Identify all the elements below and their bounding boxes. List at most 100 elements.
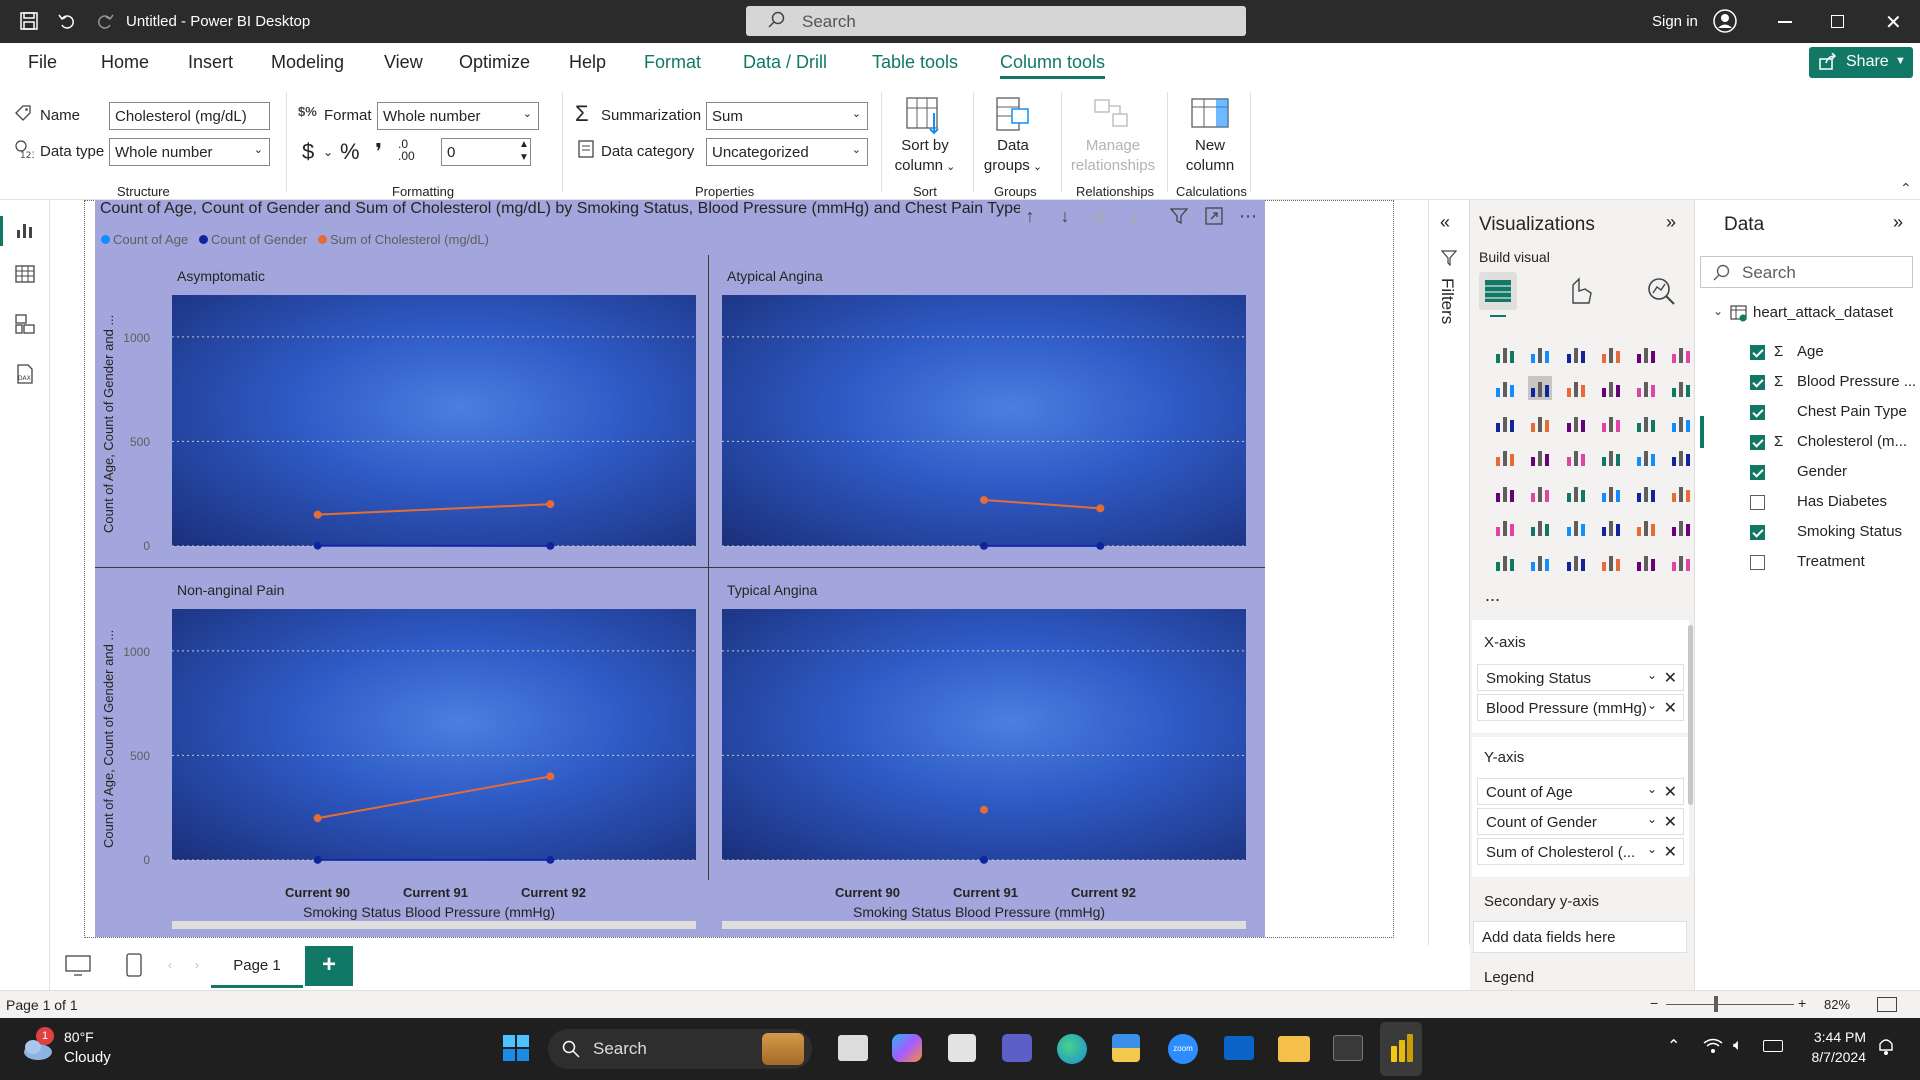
chevron-down-icon[interactable]: ⌄: [1647, 782, 1657, 796]
field-checkbox[interactable]: [1750, 495, 1765, 510]
visual-type-icon[interactable]: [1669, 550, 1693, 574]
visual-type-icon[interactable]: [1669, 376, 1693, 400]
visual-type-icon[interactable]: [1669, 411, 1693, 435]
data-point[interactable]: [546, 541, 555, 550]
visual-type-icon[interactable]: [1564, 550, 1588, 574]
data-point[interactable]: [980, 541, 988, 550]
x-field-smoking-status[interactable]: Smoking Status ⌄ ✕: [1477, 664, 1684, 691]
y-field-sum-of-cholesterol[interactable]: Sum of Cholesterol (... ⌄ ✕: [1477, 838, 1684, 865]
visual-type-icon[interactable]: [1599, 342, 1623, 366]
visual-type-icon[interactable]: [1564, 515, 1588, 539]
remove-field-icon[interactable]: ✕: [1664, 842, 1677, 862]
field-name[interactable]: Age: [1797, 343, 1824, 360]
clock-time[interactable]: 3:44 PM: [1806, 1029, 1866, 1045]
collapse-right-icon[interactable]: »: [1666, 212, 1676, 233]
format-visual-tab-icon[interactable]: [1565, 275, 1597, 307]
remove-field-icon[interactable]: ✕: [1664, 698, 1677, 718]
collapse-data-pane-icon[interactable]: »: [1893, 212, 1903, 233]
visual-type-icon[interactable]: [1599, 550, 1623, 574]
file-explorer-icon[interactable]: [1278, 1036, 1310, 1062]
mail-icon[interactable]: [1224, 1036, 1254, 1060]
data-point[interactable]: [313, 510, 322, 519]
data-point[interactable]: [1096, 504, 1105, 513]
data-point[interactable]: [313, 814, 322, 823]
edge-icon[interactable]: [1057, 1034, 1087, 1064]
visual-type-icon[interactable]: [1528, 481, 1552, 505]
field-checkbox[interactable]: [1750, 375, 1765, 390]
snipping-tool-icon[interactable]: [948, 1034, 976, 1062]
zoom-in-icon[interactable]: +: [1798, 995, 1806, 1011]
field-name[interactable]: Has Diabetes: [1797, 493, 1887, 510]
visual-type-icon[interactable]: [1528, 515, 1552, 539]
chevron-down-icon[interactable]: ⌄: [1647, 668, 1657, 682]
chevron-down-icon[interactable]: ⌄: [1647, 812, 1657, 826]
prev-page-icon[interactable]: ‹: [168, 958, 172, 972]
data-point[interactable]: [980, 855, 988, 864]
visual-type-icon[interactable]: [1528, 550, 1552, 574]
visual-type-icon[interactable]: [1599, 376, 1623, 400]
table-name[interactable]: heart_attack_dataset: [1753, 304, 1893, 321]
field-checkbox[interactable]: [1750, 405, 1765, 420]
visual-type-icon[interactable]: [1493, 376, 1517, 400]
remove-field-icon[interactable]: ✕: [1664, 668, 1677, 688]
visual-type-icon[interactable]: [1634, 411, 1658, 435]
x-field-blood-pressure[interactable]: Blood Pressure (mmHg) ⌄ ✕: [1477, 694, 1684, 721]
collapse-left-icon[interactable]: «: [1440, 212, 1450, 233]
fit-to-page-icon[interactable]: [1877, 997, 1897, 1012]
visual-type-icon[interactable]: [1564, 481, 1588, 505]
next-page-icon[interactable]: ›: [195, 958, 199, 972]
page-tab-1[interactable]: Page 1: [211, 946, 303, 988]
data-point[interactable]: [980, 495, 988, 504]
data-point[interactable]: [313, 541, 322, 550]
visual-type-icon[interactable]: [1634, 342, 1658, 366]
visual-type-icon[interactable]: [1564, 445, 1588, 469]
zoom-app-icon[interactable]: zoom: [1168, 1034, 1198, 1064]
series-line-2[interactable]: [317, 503, 551, 516]
field-name[interactable]: Smoking Status: [1797, 523, 1902, 540]
visual-type-icon[interactable]: [1599, 411, 1623, 435]
viz-pane-scrollbar[interactable]: [1688, 625, 1693, 805]
field-name[interactable]: Treatment: [1797, 553, 1865, 570]
visual-type-icon[interactable]: [1634, 481, 1658, 505]
build-visual-tab-icon[interactable]: [1479, 272, 1517, 310]
visual-type-icon[interactable]: [1528, 445, 1552, 469]
terminal-icon[interactable]: [1333, 1035, 1363, 1061]
notification-bell-icon[interactable]: [1877, 1036, 1895, 1056]
clock-date[interactable]: 8/7/2024: [1800, 1049, 1867, 1065]
visual-type-icon[interactable]: [1564, 342, 1588, 366]
visual-type-icon[interactable]: [1493, 445, 1517, 469]
remove-field-icon[interactable]: ✕: [1664, 782, 1677, 802]
visual-type-icon[interactable]: [1669, 481, 1693, 505]
filters-label[interactable]: Filters: [1437, 278, 1457, 324]
visual-type-icon[interactable]: [1564, 411, 1588, 435]
visual-type-icon[interactable]: [1493, 550, 1517, 574]
field-name[interactable]: Cholesterol (m...: [1797, 433, 1907, 450]
visual-type-icon[interactable]: [1528, 376, 1552, 400]
chevron-down-icon[interactable]: ⌄: [1647, 698, 1657, 712]
visual-type-icon[interactable]: [1669, 445, 1693, 469]
x-scrollbar[interactable]: [722, 921, 1246, 929]
field-checkbox[interactable]: [1750, 555, 1765, 570]
visual-type-icon[interactable]: [1493, 411, 1517, 435]
windows-start-icon[interactable]: [503, 1035, 530, 1062]
y-field-count-of-gender[interactable]: Count of Gender ⌄ ✕: [1477, 808, 1684, 835]
chevron-down-icon[interactable]: ⌄: [1647, 842, 1657, 856]
desktop-layout-icon[interactable]: [65, 955, 91, 977]
zoom-slider[interactable]: [1666, 1004, 1794, 1005]
visual-type-icon[interactable]: [1493, 342, 1517, 366]
wifi-icon[interactable]: [1703, 1038, 1723, 1054]
copilot-icon[interactable]: [892, 1034, 922, 1062]
more-visuals-icon[interactable]: ...: [1485, 585, 1500, 606]
x-scrollbar[interactable]: [172, 921, 696, 929]
visual-type-icon[interactable]: [1669, 342, 1693, 366]
visual-type-icon[interactable]: [1634, 515, 1658, 539]
field-checkbox[interactable]: [1750, 525, 1765, 540]
field-name[interactable]: Chest Pain Type: [1797, 403, 1907, 420]
data-point[interactable]: [313, 855, 322, 864]
mobile-layout-icon[interactable]: [126, 953, 142, 977]
field-checkbox[interactable]: [1750, 345, 1765, 360]
battery-icon[interactable]: [1763, 1040, 1783, 1052]
visual-type-icon[interactable]: [1528, 342, 1552, 366]
remove-field-icon[interactable]: ✕: [1664, 812, 1677, 832]
data-point[interactable]: [546, 500, 555, 509]
